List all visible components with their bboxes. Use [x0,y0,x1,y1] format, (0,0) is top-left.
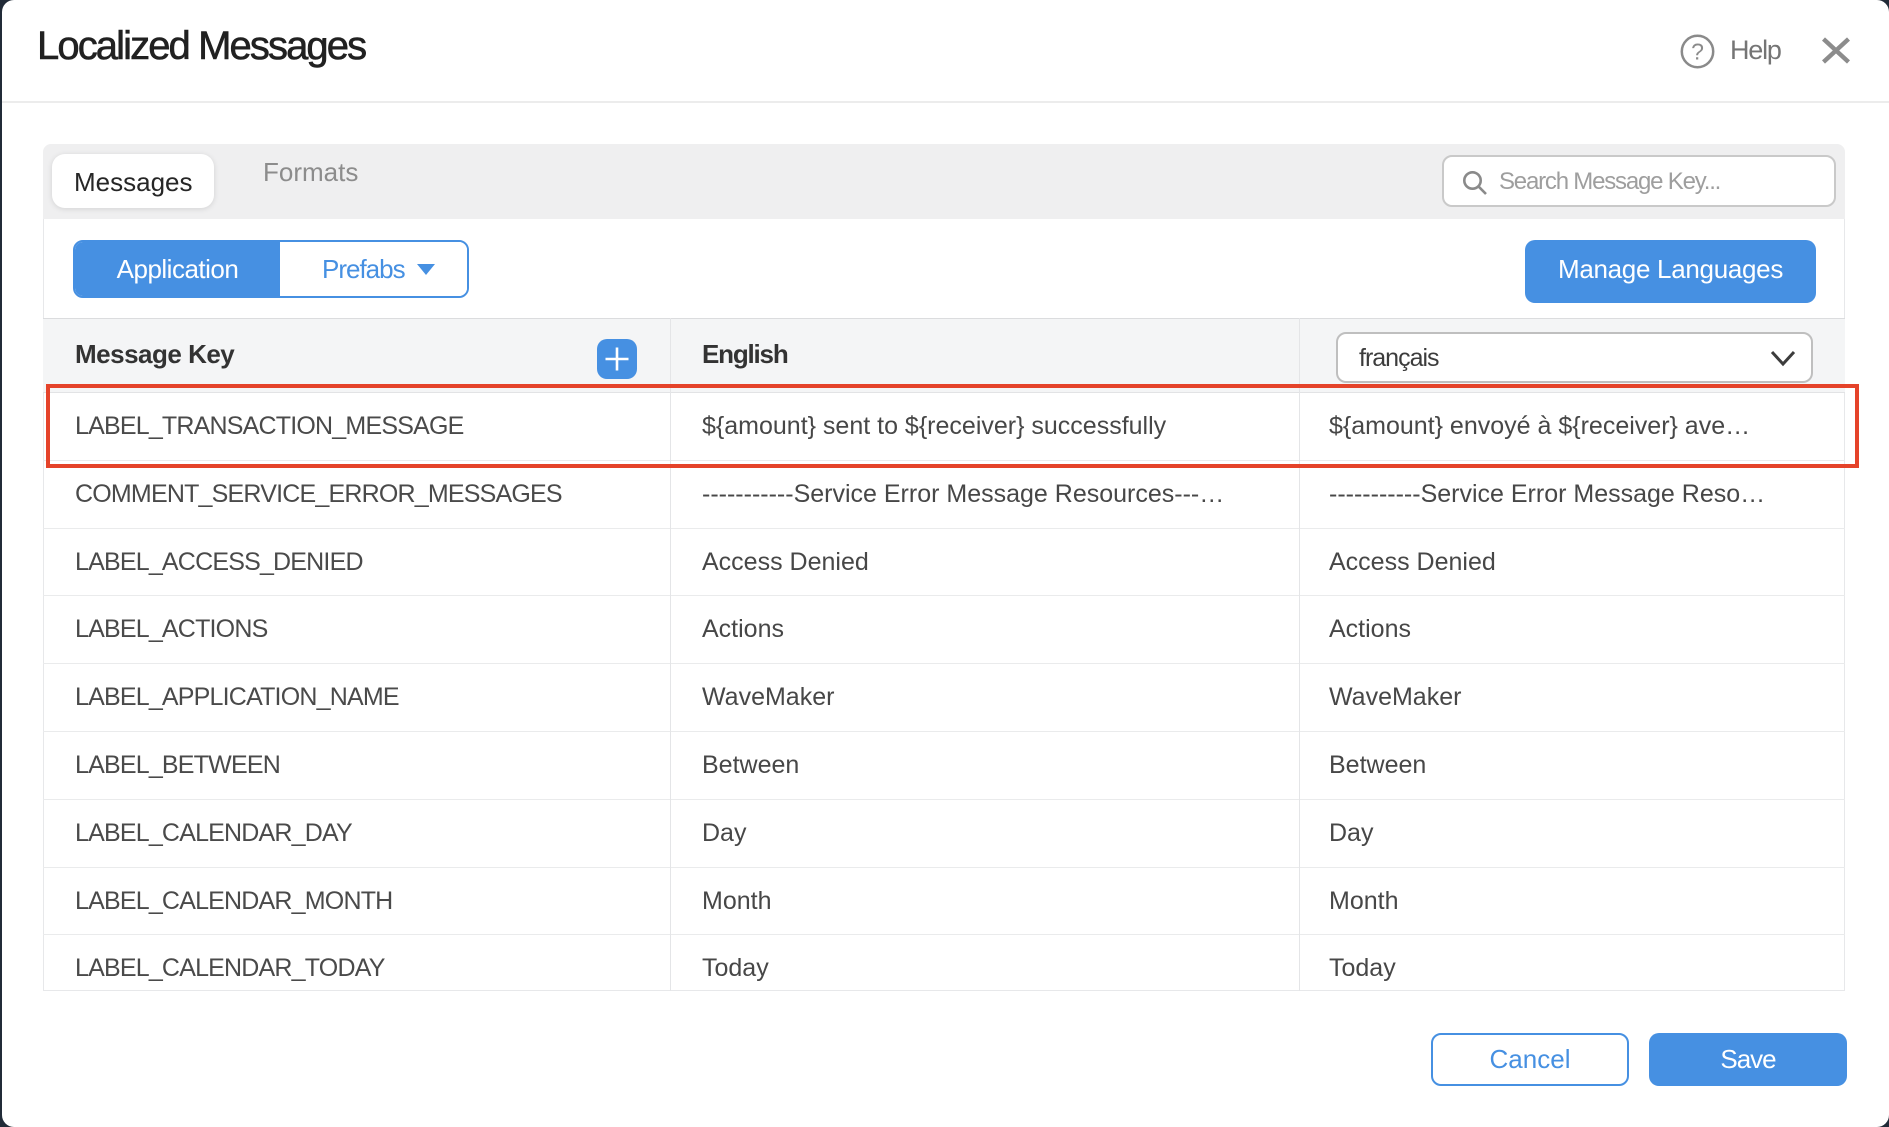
svg-text:?: ? [1691,39,1704,65]
